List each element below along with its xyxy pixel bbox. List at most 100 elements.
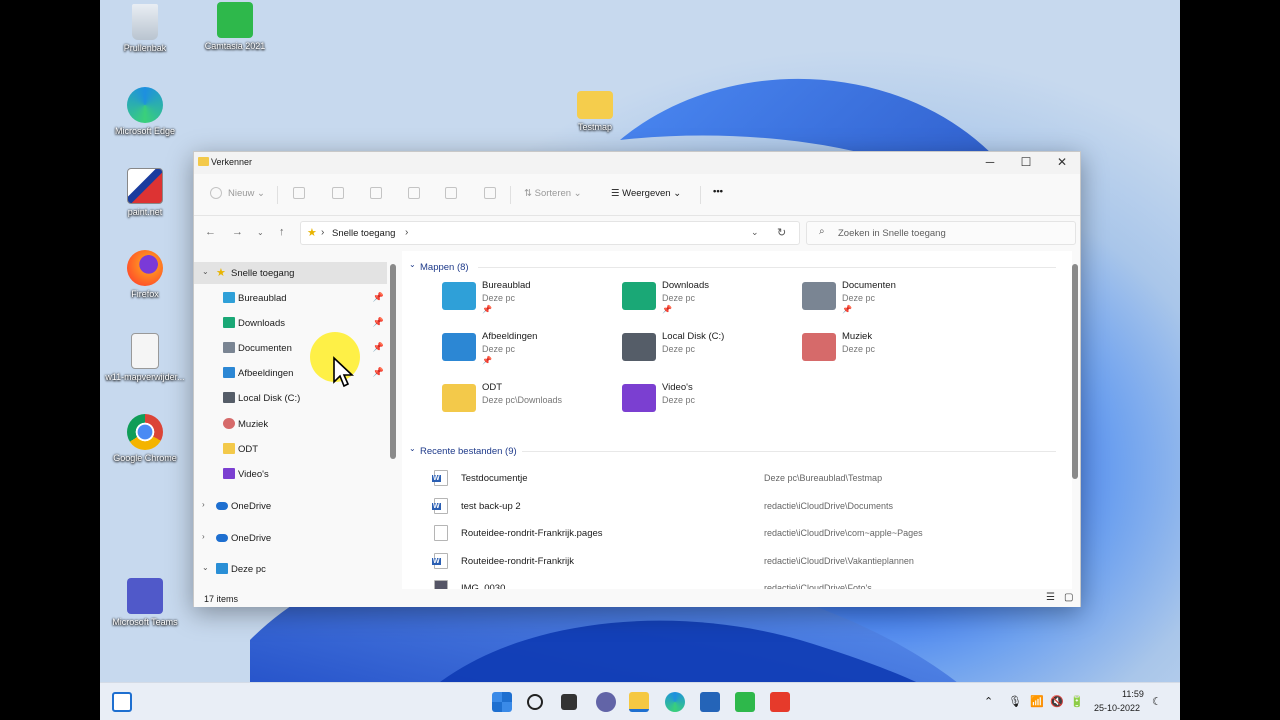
chevron-down-icon[interactable]: ⌄: [409, 444, 416, 453]
folder-name: ODT: [482, 382, 503, 393]
star-icon: ★: [216, 267, 226, 279]
camtasia-icon[interactable]: [735, 692, 755, 712]
store-icon[interactable]: [700, 692, 720, 712]
tiles-view-icon[interactable]: ▢: [1064, 592, 1073, 603]
address-dropdown-icon[interactable]: ⌄: [751, 227, 759, 238]
pictures-icon: [223, 367, 235, 378]
folder-tile[interactable]: Afbeeldingen Deze pc 📌: [442, 328, 612, 372]
folder-tile[interactable]: Bureaublad Deze pc 📌: [442, 277, 612, 321]
back-button[interactable]: ←: [205, 226, 216, 238]
folder-tile[interactable]: Downloads Deze pc 📌: [622, 277, 792, 321]
desktop-icon-edge[interactable]: Microsoft Edge: [100, 87, 190, 137]
desktop-icon-camtasia[interactable]: Camtasia 2021: [190, 2, 280, 52]
folder-tile[interactable]: Documenten Deze pc 📌: [802, 277, 972, 321]
nav-label: Documenten: [238, 343, 292, 354]
cut-icon[interactable]: [293, 187, 305, 199]
breadcrumb[interactable]: Snelle toegang: [332, 228, 395, 239]
maximize-button[interactable]: ☐: [1008, 152, 1044, 174]
chevron-right-icon[interactable]: ›: [202, 532, 205, 541]
desktop-icon-recycle-bin[interactable]: Prullenbak: [100, 4, 190, 54]
task-view-icon[interactable]: [561, 694, 577, 710]
camtasia-recorder-icon[interactable]: [770, 692, 790, 712]
view-button[interactable]: ☰ Weergeven ⌄: [611, 188, 681, 199]
nav-scrollbar[interactable]: [390, 264, 396, 459]
desktop-icon-firefox[interactable]: Firefox: [100, 250, 190, 300]
volume-muted-icon[interactable]: 🔇: [1050, 695, 1064, 708]
nav-item-local-disk[interactable]: Local Disk (C:): [194, 387, 387, 409]
recent-file-row[interactable]: Routeidee-rondrit-Frankrijk redactie\iClo…: [432, 550, 1054, 572]
search-input[interactable]: ⌕ Zoeken in Snelle toegang: [806, 221, 1076, 245]
microphone-icon[interactable]: 🎙: [1008, 695, 1022, 708]
folder-name: Muziek: [842, 331, 873, 342]
navigation-pane: ⌄ ★ Snelle toegang Bureaublad 📌 Download…: [194, 251, 400, 589]
edge-icon[interactable]: [665, 692, 685, 712]
nav-item-music[interactable]: Muziek: [194, 413, 387, 435]
folders-section-header[interactable]: Mappen (8): [420, 262, 469, 273]
desktop-icon-video-file[interactable]: w11-mapverwijder...: [100, 333, 190, 383]
wifi-icon[interactable]: 📶: [1030, 695, 1044, 708]
battery-icon[interactable]: 🔋: [1070, 695, 1084, 708]
camtasia-icon: [217, 2, 253, 38]
forward-button[interactable]: →: [232, 226, 243, 238]
cloud-icon: [216, 502, 228, 510]
folder-tile[interactable]: Local Disk (C:) Deze pc: [622, 328, 792, 372]
view-label: Weergeven: [622, 188, 671, 199]
sort-button[interactable]: ⇅ Sorteren ⌄: [524, 188, 582, 199]
delete-icon[interactable]: [484, 187, 496, 199]
nav-item-this-pc[interactable]: ⌄ Deze pc: [194, 558, 387, 580]
nav-item-desktop[interactable]: Bureaublad 📌: [194, 287, 387, 309]
show-hidden-icons-icon[interactable]: ⌃: [984, 695, 993, 708]
chat-icon[interactable]: [596, 692, 616, 712]
folder-name: Local Disk (C:): [662, 331, 725, 342]
nav-item-onedrive[interactable]: › OneDrive: [194, 495, 387, 517]
recent-file-row[interactable]: Routeidee-rondrit-Frankrijk.pages redacti…: [434, 522, 1054, 544]
folder-tile[interactable]: Muziek Deze pc: [802, 328, 972, 372]
nav-label: Snelle toegang: [231, 268, 295, 279]
clock-time[interactable]: 11:59: [1122, 689, 1144, 699]
nav-item-quick-access[interactable]: ⌄ ★ Snelle toegang: [194, 262, 387, 284]
file-location: Deze pc\Bureaublad\Testmap: [764, 473, 883, 483]
search-placeholder: Zoeken in Snelle toegang: [838, 228, 946, 239]
desktop-icon-teams[interactable]: Microsoft Teams: [100, 578, 190, 628]
up-button[interactable]: ↑: [279, 226, 285, 238]
folder-tile[interactable]: Video's Deze pc: [622, 379, 792, 423]
desktop-icon-chrome[interactable]: Google Chrome: [100, 414, 190, 464]
search-icon[interactable]: [527, 694, 543, 710]
start-icon[interactable]: [492, 692, 512, 712]
recent-file-row[interactable]: test back-up 2 redactie\iCloudDrive\Docum…: [432, 495, 1054, 517]
widgets-icon[interactable]: [112, 692, 132, 712]
nav-item-odt[interactable]: ODT: [194, 438, 387, 460]
share-icon[interactable]: [445, 187, 457, 199]
chevron-down-icon[interactable]: ⌄: [202, 563, 209, 572]
close-button[interactable]: ✕: [1044, 152, 1080, 174]
desktop-icon-paintnet[interactable]: paint.net: [100, 168, 190, 218]
copy-icon[interactable]: [332, 187, 344, 199]
recent-section-header[interactable]: Recente bestanden (9): [420, 446, 517, 457]
address-bar[interactable]: ★ › Snelle toegang › ⌄ ↻: [300, 221, 800, 245]
refresh-icon[interactable]: ↻: [777, 226, 786, 239]
paste-icon[interactable]: [370, 187, 382, 199]
rename-icon[interactable]: [408, 187, 420, 199]
nav-item-onedrive-2[interactable]: › OneDrive: [194, 527, 387, 549]
minimize-button[interactable]: ─: [972, 152, 1008, 174]
recent-file-row[interactable]: IMG_0030 redactie\iCloudDrive\Foto's: [434, 577, 1054, 589]
file-explorer-icon[interactable]: [629, 692, 649, 712]
desktop-icon-testmap[interactable]: Testmap: [550, 87, 640, 133]
file-location: redactie\iCloudDrive\Documents: [764, 500, 894, 511]
nav-item-videos[interactable]: Video's: [194, 463, 387, 485]
nav-item-downloads[interactable]: Downloads 📌: [194, 312, 387, 334]
more-options-button[interactable]: •••: [713, 186, 723, 197]
folder-tile[interactable]: ODT Deze pc\Downloads: [442, 379, 612, 423]
details-view-icon[interactable]: ☰: [1046, 592, 1055, 603]
chevron-right-icon[interactable]: ›: [202, 500, 205, 509]
clock-date[interactable]: 25-10-2022: [1094, 703, 1140, 713]
recent-file-row[interactable]: Testdocumentje Deze pc\Bureaublad\Testmap: [432, 467, 1054, 489]
edge-icon: [127, 87, 163, 123]
chevron-down-icon[interactable]: ⌄: [409, 260, 416, 269]
notifications-icon[interactable]: ☾: [1152, 695, 1162, 708]
chevron-down-icon[interactable]: ⌄: [202, 267, 209, 276]
title-bar[interactable]: Verkenner ─ ☐ ✕: [194, 152, 1080, 174]
new-button[interactable]: Nieuw ⌄: [228, 188, 265, 199]
recent-locations-button[interactable]: ⌄: [257, 228, 264, 237]
content-scrollbar[interactable]: [1072, 264, 1078, 479]
